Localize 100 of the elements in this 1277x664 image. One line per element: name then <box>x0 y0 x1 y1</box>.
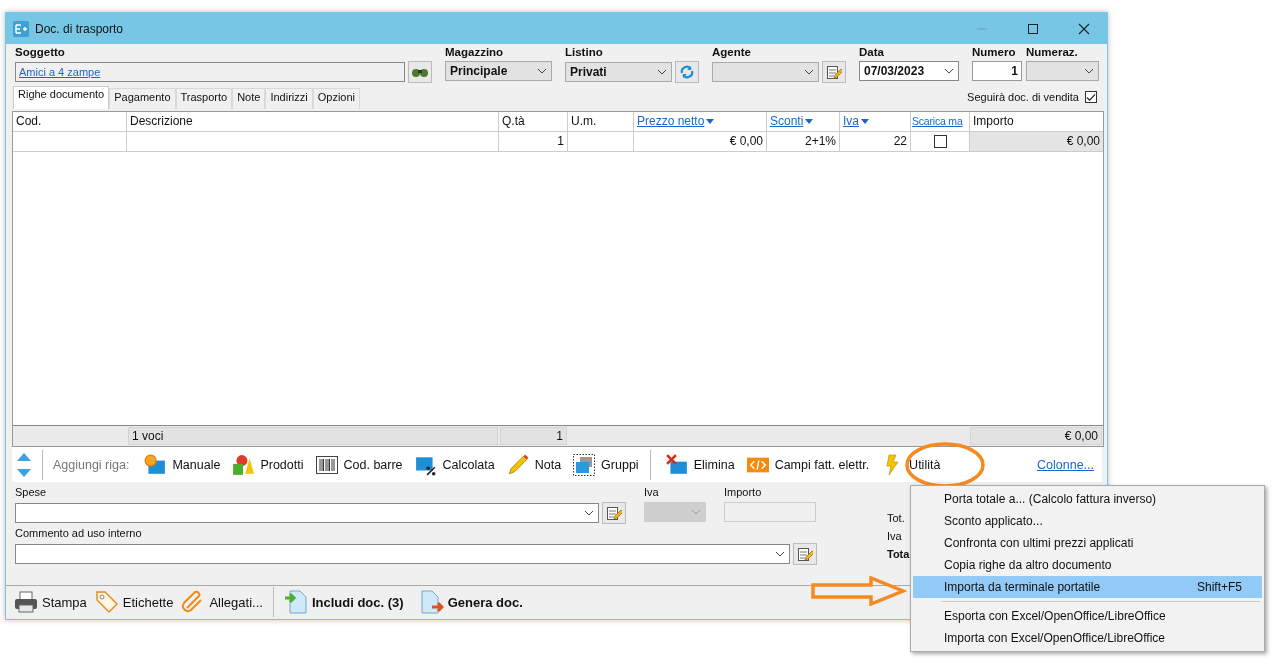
layers-icon <box>573 453 596 476</box>
tab[interactable]: Note <box>232 87 266 109</box>
action-button[interactable]: Stampa <box>10 588 91 617</box>
field-label: Listino <box>565 46 604 60</box>
subject-link[interactable]: Amici a 4 zampe <box>19 66 101 78</box>
action-button[interactable]: Etichette <box>90 588 178 617</box>
menu-item[interactable]: Confronta con ultimi prezzi applicati <box>913 532 1262 554</box>
picture-card-icon <box>144 453 167 476</box>
tag-icon <box>94 590 119 615</box>
menu-item[interactable]: Porta totale a... (Calcolo fattura inverso) <box>913 488 1262 510</box>
menu-item[interactable]: Sconto applicato... <box>913 510 1262 532</box>
table-cell: 1 <box>499 131 568 151</box>
toolbar-button[interactable]: Calcolata <box>409 450 500 479</box>
footer-cell: 1 <box>500 426 567 445</box>
column-header[interactable]: Prezzo netto <box>634 111 767 131</box>
tab[interactable]: Indirizzi <box>265 87 313 109</box>
table-cell: 2+1% <box>767 131 840 151</box>
toolbar-button[interactable]: Campi fatt. elettr. <box>741 450 875 479</box>
checkbox[interactable] <box>933 134 947 148</box>
checkmark-icon <box>1086 92 1096 102</box>
sort-caret-icon <box>805 118 814 124</box>
warehouse-dropdown[interactable]: Principale <box>445 61 552 81</box>
menu-item[interactable]: Copia righe da altro documento <box>913 554 1262 576</box>
delete-icon <box>665 453 688 476</box>
field-label: Iva <box>644 486 660 501</box>
number-field[interactable]: 1 <box>972 61 1022 81</box>
total-label: Tot. <box>887 512 906 527</box>
document-import-icon <box>283 590 308 615</box>
tab[interactable]: Pagamento <box>109 87 176 109</box>
checkbox-label: Seguirà doc. di vendita <box>967 91 1079 104</box>
sort-caret-icon <box>706 118 715 124</box>
field-label: Data <box>859 46 885 60</box>
menu-item[interactable]: Esporta con Excel/OpenOffice/LibreOffice <box>913 605 1262 627</box>
field-label: Soggetto <box>15 46 66 60</box>
columns-link[interactable]: Colonne... <box>1037 457 1094 472</box>
app-icon <box>13 20 29 37</box>
chevron-down-icon <box>804 69 814 75</box>
price-list-dropdown[interactable]: Privati <box>565 62 672 82</box>
toolbar-button[interactable]: Prodotti <box>227 450 309 479</box>
column-header[interactable]: Descrizione <box>127 111 499 131</box>
field-label: Numeraz. <box>1026 46 1079 60</box>
action-button[interactable]: Includi doc. (3) <box>279 588 408 617</box>
printer-icon <box>14 590 38 615</box>
tab[interactable]: Opzioni <box>312 87 360 109</box>
edit-button[interactable] <box>793 543 817 566</box>
footer-cell: € 0,00 <box>970 426 1102 445</box>
sort-caret-icon <box>861 118 869 124</box>
edit-icon <box>826 64 842 80</box>
toolbar-button[interactable]: Manuale <box>139 450 226 479</box>
footer-cell: 1 voci <box>128 426 498 445</box>
amount-field[interactable] <box>724 502 816 523</box>
comment-dropdown[interactable] <box>15 544 790 565</box>
tab[interactable]: Trasporto <box>175 87 233 109</box>
field-label: Spese <box>15 486 48 501</box>
pencil-icon <box>506 453 529 476</box>
chevron-down-icon <box>584 510 594 517</box>
field-label: Commento ad uso interno <box>15 527 143 542</box>
menu-item[interactable]: Importa da terminale portatile Shift+F5 <box>913 576 1262 598</box>
chevron-down-icon <box>775 551 785 558</box>
toolbar-button[interactable]: Cod. barre <box>310 450 408 479</box>
column-header[interactable]: Sconti <box>767 111 840 131</box>
edit-button[interactable] <box>602 502 626 525</box>
action-button[interactable]: Genera doc. <box>415 588 527 617</box>
edit-button[interactable] <box>822 61 846 83</box>
expenses-dropdown[interactable] <box>15 503 599 524</box>
window-title: Doc. di trasporto <box>35 21 124 36</box>
toolbar-button[interactable]: Gruppi <box>568 450 644 479</box>
date-field[interactable]: 07/03/2023 <box>859 61 959 81</box>
chevron-down-icon <box>691 509 701 516</box>
column-header[interactable]: Importo <box>970 111 1103 131</box>
table-cell: € 0,00 <box>634 131 767 151</box>
search-button[interactable] <box>408 61 432 83</box>
field-label: Importo <box>724 486 763 501</box>
column-header[interactable]: U.m. <box>568 111 634 131</box>
toolbar-label: Aggiungi riga: <box>53 457 130 472</box>
shapes-icon <box>232 453 255 476</box>
barcode-icon <box>315 453 338 476</box>
tab[interactable]: Righe documento <box>13 85 110 109</box>
toolbar-button[interactable]: Elimina <box>660 450 740 479</box>
toolbar-button[interactable]: Nota <box>501 450 567 479</box>
menu-item[interactable]: Importa con Excel/OpenOffice/LibreOffice <box>913 627 1262 649</box>
refresh-button[interactable] <box>675 61 699 83</box>
field-label: Magazzino <box>445 46 505 60</box>
column-header[interactable]: Q.tà <box>499 111 568 131</box>
chevron-down-icon <box>537 68 547 74</box>
action-button[interactable]: Allegati... <box>177 588 267 617</box>
column-header[interactable]: Cod. <box>13 111 127 131</box>
total-label: Iva <box>887 530 903 545</box>
table-cell: 22 <box>840 131 911 151</box>
close-icon[interactable] <box>1078 22 1090 35</box>
column-header[interactable]: Iva <box>840 111 911 131</box>
toolbar-button[interactable]: Utilità <box>876 450 946 479</box>
subject-field[interactable]: Amici a 4 zampe <box>15 62 405 82</box>
checkbox[interactable] <box>1085 91 1097 104</box>
field-label: Agente <box>712 46 752 60</box>
column-header[interactable]: Scarica ma <box>911 111 970 131</box>
maximize-icon[interactable] <box>1027 22 1039 35</box>
chevron-down-icon <box>657 69 667 75</box>
edit-icon <box>606 505 622 522</box>
document-export-icon <box>419 590 444 615</box>
